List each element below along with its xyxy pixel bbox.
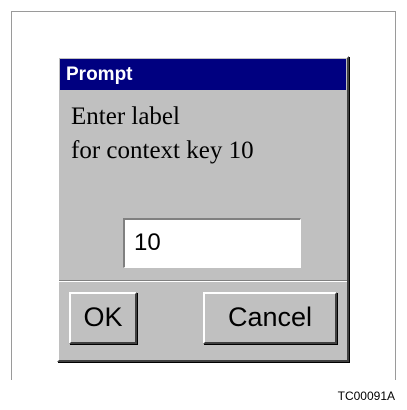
ok-button[interactable]: OK [69,292,137,344]
prompt-message-line-2: for context key 10 [71,137,254,164]
figure-caption: TC00091A [337,389,395,403]
button-separator [59,280,347,282]
dialog-title-bar: Prompt [60,59,346,90]
prompt-message: Enter label for context key 10 [71,100,341,168]
cancel-button[interactable]: Cancel [203,292,337,344]
dialog-title: Prompt [66,64,133,85]
prompt-message-line-1: Enter label [71,103,180,130]
label-input[interactable]: 10 [123,218,301,268]
prompt-dialog: Prompt Enter label for context key 10 10… [57,56,349,362]
